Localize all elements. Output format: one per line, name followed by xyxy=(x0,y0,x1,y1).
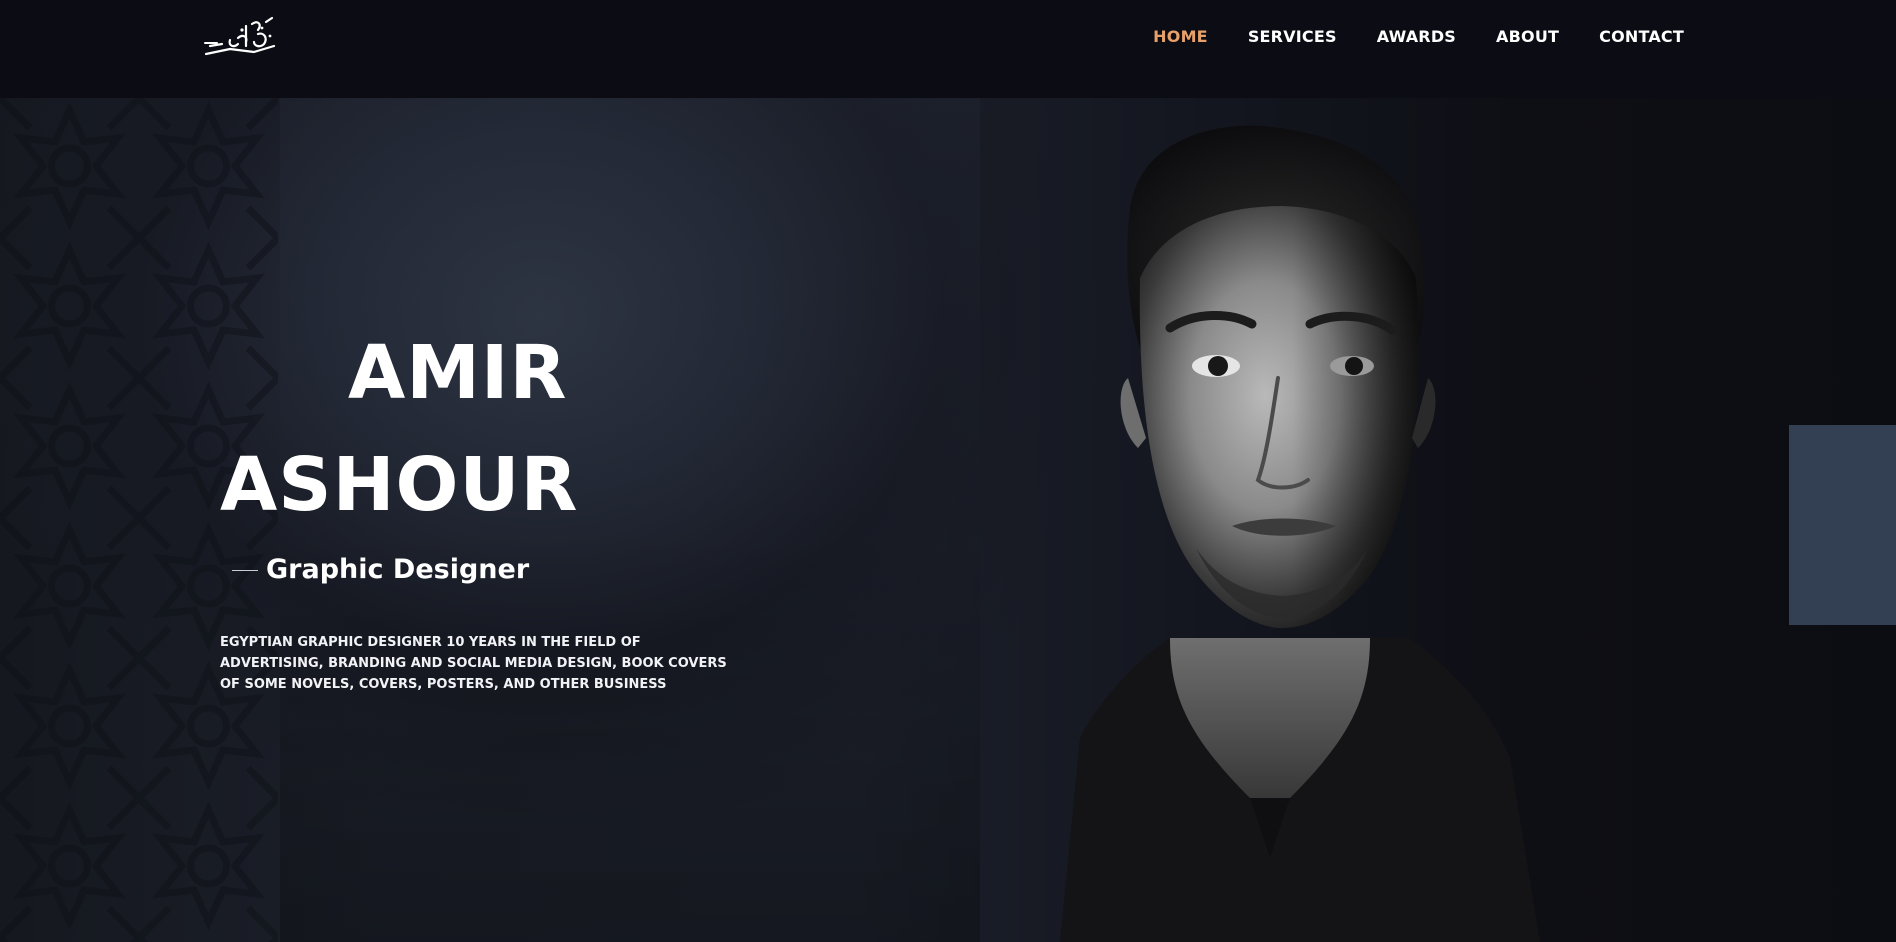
main-nav: HOME SERVICES AWARDS ABOUT CONTACT xyxy=(1153,26,1684,48)
nav-about[interactable]: ABOUT xyxy=(1496,26,1559,48)
role-text: Graphic Designer xyxy=(266,554,530,585)
bio-text: EGYPTIAN GRAPHIC DESIGNER 10 YEARS IN TH… xyxy=(220,635,727,692)
portrait-photo xyxy=(1060,125,1540,942)
nav-home[interactable]: HOME xyxy=(1153,26,1208,48)
hero-name-first: AMIR xyxy=(348,330,568,416)
nav-services[interactable]: SERVICES xyxy=(1248,26,1337,48)
nav-awards[interactable]: AWARDS xyxy=(1377,26,1456,48)
nav-contact[interactable]: CONTACT xyxy=(1599,26,1684,48)
site-header: HOME SERVICES AWARDS ABOUT CONTACT xyxy=(0,0,1896,98)
hero-section: AMIR ASHOUR Graphic Designer EGYPTIAN GR… xyxy=(0,98,1896,942)
hero-name-last: ASHOUR xyxy=(220,442,579,528)
dash-divider xyxy=(232,569,258,571)
page: HOME SERVICES AWARDS ABOUT CONTACT AMIR … xyxy=(0,0,1896,942)
calligraphy-logo-icon[interactable] xyxy=(200,16,282,62)
role-heading: Graphic Designer xyxy=(232,552,529,588)
side-accent-panel xyxy=(1789,425,1896,625)
